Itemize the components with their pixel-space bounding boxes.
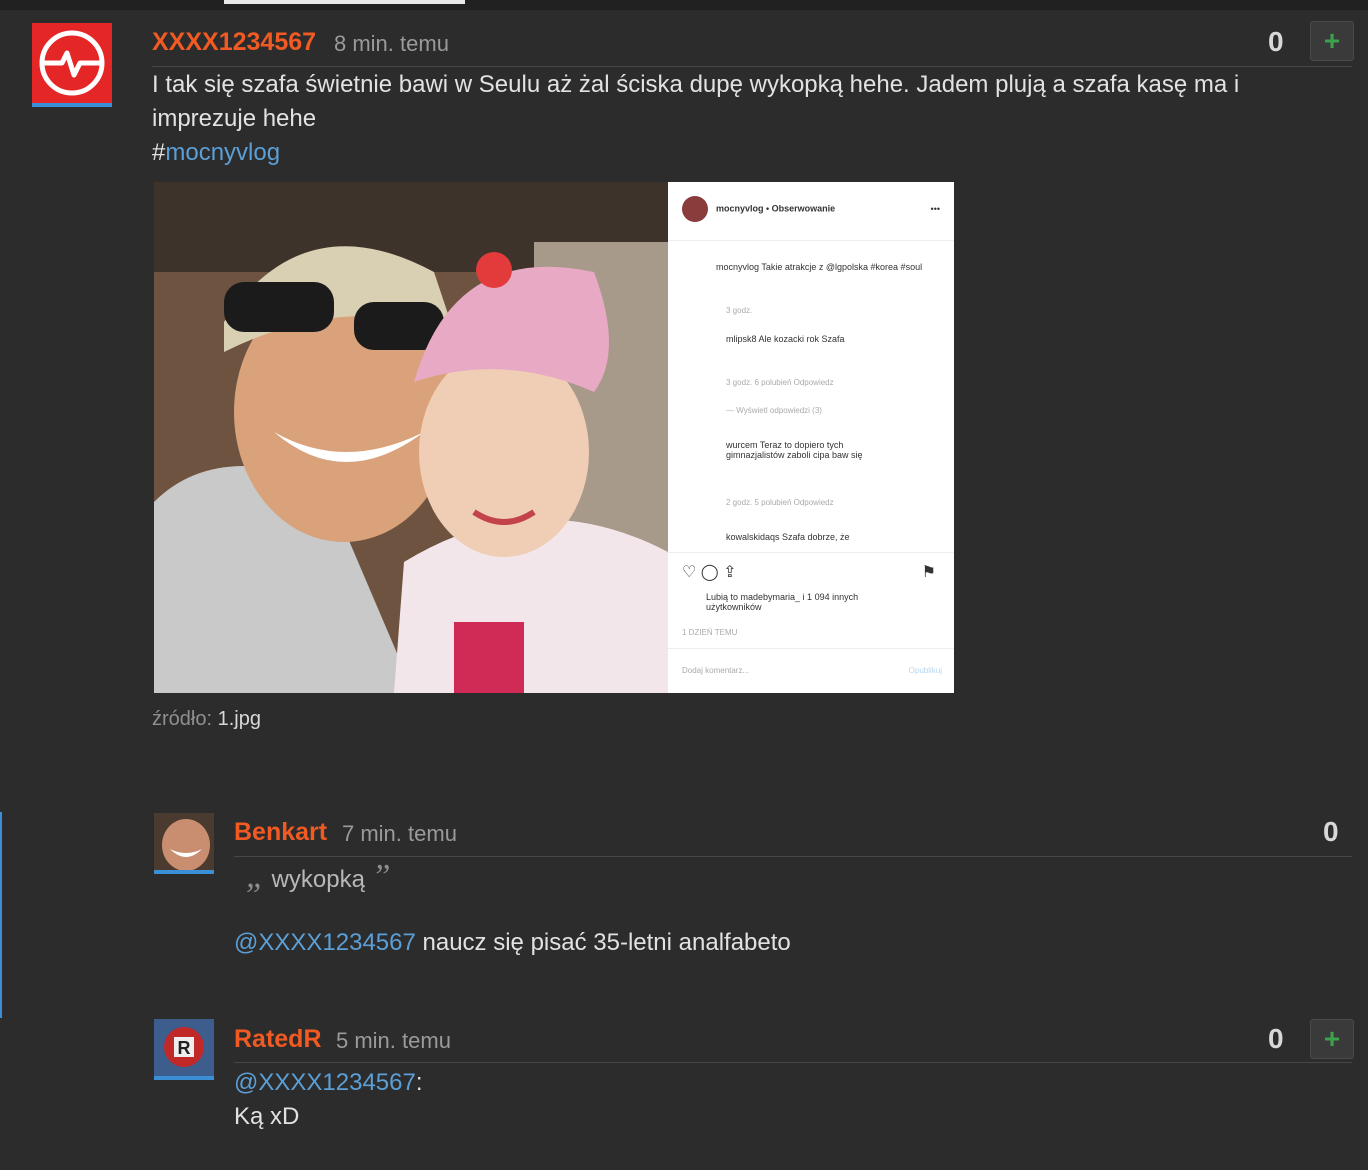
comment-divider xyxy=(234,856,1352,857)
mention-link[interactable]: XXXX1234567 xyxy=(258,929,415,956)
insta-publish: Opublikuj xyxy=(908,666,942,675)
open-quote-icon: „ xyxy=(246,858,265,895)
insta-comment: mlipsk8 Ale kozacki rok Szafa xyxy=(726,334,845,344)
post-text-line-2: imprezuje hehe xyxy=(152,105,317,132)
hash-symbol: # xyxy=(152,139,166,166)
comment-divider xyxy=(234,1062,1352,1063)
photo-illustration xyxy=(154,182,668,693)
share-icon: ⇪ xyxy=(723,564,737,581)
avatar[interactable] xyxy=(32,23,112,107)
avatar[interactable]: R xyxy=(154,1019,214,1080)
author-username[interactable]: XXXX1234567 xyxy=(152,28,316,57)
post-image[interactable]: mocnyvlog • Obserwowanie ••• mocnyvlog Ta… xyxy=(154,182,954,693)
vote-count: 0 xyxy=(1268,1023,1284,1054)
instagram-screenshot: mocnyvlog • Obserwowanie ••• mocnyvlog Ta… xyxy=(668,182,954,693)
mention-at[interactable]: @ xyxy=(234,929,258,956)
post-divider xyxy=(152,66,1352,67)
vote-count: 0 xyxy=(1323,816,1339,847)
insta-view-replies: — Wyświetl odpowiedzi (3) xyxy=(726,406,822,415)
avatar-face-icon xyxy=(154,813,214,871)
insta-action-icons: ♡ ◯ ⇪ ⚑ xyxy=(682,562,944,582)
avatar[interactable] xyxy=(154,813,214,874)
comment-username[interactable]: Benkart xyxy=(234,818,327,847)
comment-time[interactable]: 7 min. temu xyxy=(342,821,457,847)
insta-comment-meta: 2 godz. 5 polubień Odpowiedz xyxy=(726,498,834,507)
insta-avatar xyxy=(682,196,708,222)
top-tabs-bar xyxy=(0,0,1368,10)
svg-text:R: R xyxy=(178,1038,191,1058)
comment-text: @XXXX1234567 naucz się pisać 35-letni an… xyxy=(234,926,791,960)
avatar-ratedr-logo-icon: R xyxy=(154,1019,214,1076)
heart-icon: ♡ xyxy=(682,564,697,581)
comment-body: Ką xD xyxy=(234,1103,300,1130)
comment-text: @XXXX1234567: xyxy=(234,1066,423,1100)
quote-block: „ wykopką ” xyxy=(246,858,391,896)
pulse-logo-icon xyxy=(39,30,105,96)
colon: : xyxy=(415,1069,423,1096)
insta-likes: Lubią to madebymaria_ i 1 094 innych uży… xyxy=(706,592,859,612)
hashtag[interactable]: #mocnyvlog xyxy=(152,136,280,170)
insta-caption: mocnyvlog Takie atrakcje z @lgpolska #ko… xyxy=(716,262,923,272)
insta-divider xyxy=(668,648,954,649)
more-icon: ••• xyxy=(930,204,940,214)
hashtag-link[interactable]: mocnyvlog xyxy=(165,139,280,166)
quote-text: wykopką xyxy=(271,866,365,893)
plus-vote-button[interactable]: + xyxy=(1310,1019,1354,1059)
comment-time[interactable]: 5 min. temu xyxy=(336,1028,451,1054)
insta-comment-meta: 3 godz. 6 polubień Odpowiedz xyxy=(726,378,834,387)
source-file-link[interactable]: 1.jpg xyxy=(218,708,261,730)
post-time[interactable]: 8 min. temu xyxy=(334,31,449,57)
insta-divider xyxy=(668,552,954,553)
mention-link[interactable]: XXXX1234567 xyxy=(258,1069,415,1096)
comment-icon: ◯ xyxy=(700,564,719,581)
image-source: źródło: 1.jpg xyxy=(152,708,261,731)
active-tab-indicator[interactable] xyxy=(224,0,465,4)
thread-rail xyxy=(0,812,2,1018)
comment-body: naucz się pisać 35-letni analfabeto xyxy=(415,929,791,956)
close-quote-icon: ” xyxy=(371,858,391,895)
plus-vote-button[interactable]: + xyxy=(1310,21,1354,61)
post-text-line-1: I tak się szafa świetnie bawi w Seulu aż… xyxy=(152,71,1240,98)
vote-count: 0 xyxy=(1268,26,1284,57)
insta-date: 1 DZIEŃ TEMU xyxy=(682,628,738,637)
insta-add-comment: Dodaj komentarz... xyxy=(682,666,750,675)
insta-header: mocnyvlog • Obserwowanie xyxy=(716,203,836,214)
mention-at[interactable]: @ xyxy=(234,1069,258,1096)
selfie-photo xyxy=(154,182,668,693)
insta-comment: kowalskidaqs Szafa dobrze, że xyxy=(726,532,850,542)
bookmark-icon: ⚑ xyxy=(921,564,936,581)
insta-caption-time: 3 godz. xyxy=(726,306,753,315)
insta-divider xyxy=(668,240,954,241)
insta-comment: wurcem Teraz to dopiero tych gimnazjalis… xyxy=(726,440,863,460)
source-label: źródło: xyxy=(152,708,213,730)
comment-username[interactable]: RatedR xyxy=(234,1025,322,1054)
